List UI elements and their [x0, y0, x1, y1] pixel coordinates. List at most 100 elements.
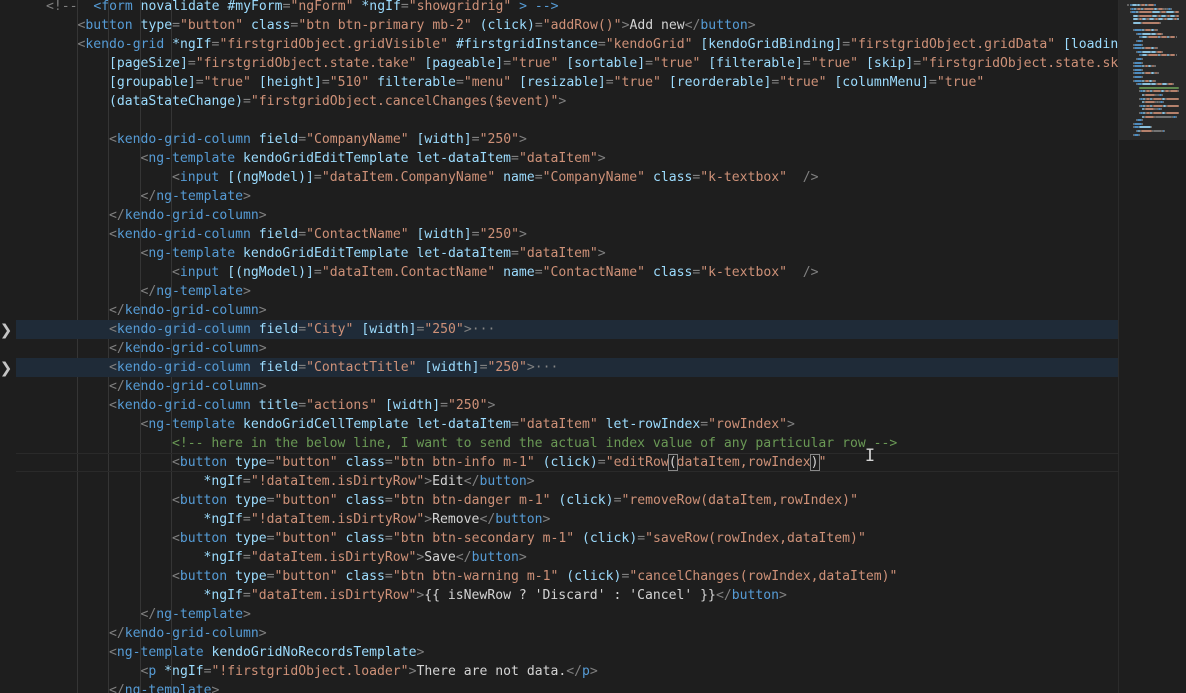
code-token: button — [179, 493, 228, 508]
minimap-line — [1144, 7, 1154, 10]
code-token: > — [463, 322, 472, 337]
code-line[interactable]: <ng-template kendoGridCellTemplate let-d… — [16, 415, 1118, 434]
code-token: = — [384, 493, 393, 508]
code-line[interactable]: <button type="button" class="btn btn-inf… — [16, 453, 1118, 472]
code-line[interactable]: *ngIf="!dataItem.isDirtyRow">Remove</but… — [16, 510, 1118, 529]
ellipsis-icon[interactable]: ··· — [472, 322, 496, 337]
code-token: "ContactName" — [306, 227, 409, 242]
code-line[interactable] — [16, 111, 1118, 130]
code-token: "true" — [511, 56, 559, 71]
code-token: "cancelChanges(rowIndex,dataItem)" — [629, 569, 898, 584]
code-line[interactable]: </ng-template> — [16, 681, 1118, 693]
code-line[interactable]: *ngIf="dataItem.isDirtyRow" > {{ isNewRow … — [16, 586, 1118, 605]
code-token: > — [258, 379, 267, 394]
code-line[interactable]: <kendo-grid *ngIf="firstgridObject.gridV… — [16, 35, 1119, 54]
code-token: </ — [109, 341, 125, 356]
code-editor[interactable]: ❯ ❯ <!-- <form novalidate #myForm="ngForm… — [0, 0, 1186, 693]
code-token: class — [652, 170, 693, 185]
code-token: = — [511, 151, 519, 166]
code-token: > — [558, 94, 567, 109]
code-token: </ — [479, 512, 496, 527]
minimap-line — [1139, 11, 1152, 14]
code-line[interactable]: [groupable]="true" [height]="510" filter… — [16, 73, 1118, 92]
code-token: "addRow()" — [542, 18, 622, 33]
minimap-line — [1153, 97, 1162, 100]
code-line[interactable]: </kendo-grid-column> — [16, 339, 1118, 358]
code-token: = — [243, 94, 251, 109]
code-token: type — [140, 18, 173, 33]
code-line[interactable]: <kendo-grid-column field="City" [width]=… — [16, 320, 1118, 339]
code-token: [sortable] — [566, 56, 646, 71]
code-line[interactable]: <button type="button" class="btn btn-war… — [16, 567, 1118, 586]
code-line[interactable]: </kendo-grid-column> — [16, 377, 1118, 396]
chevron-right-icon[interactable]: ❯ — [0, 358, 12, 377]
minimap-line — [1127, 4, 1129, 6]
code-token: = — [266, 455, 275, 470]
minimap-line — [1142, 61, 1143, 64]
code-token: [(ngModel)] — [227, 265, 314, 280]
code-line[interactable]: <kendo-grid-column field="ContactTitle" … — [16, 358, 1118, 377]
minimap-slider[interactable] — [1119, 0, 1186, 140]
code-line[interactable]: <input [(ngModel)]="dataItem.CompanyName… — [16, 168, 1118, 187]
code-lines[interactable]: <!-- <form novalidate #myForm = "ngForm" *… — [16, 0, 1118, 693]
code-line[interactable]: <kendo-grid-column field="CompanyName" [… — [16, 130, 1118, 149]
code-line[interactable]: (dataStateChange)="firstgridObject.cance… — [16, 92, 1118, 111]
code-line[interactable]: <kendo-grid-column title="actions" [widt… — [16, 396, 1118, 415]
code-token: = — [534, 265, 543, 280]
code-line[interactable]: <button type="button" class="btn btn-sec… — [16, 529, 1118, 548]
code-line[interactable]: <button type="button" class="btn btn-pri… — [16, 16, 1118, 35]
minimap-line — [1155, 79, 1156, 82]
code-line[interactable]: <ng-template kendoGridEditTemplate let-d… — [16, 244, 1118, 263]
code-token: = — [597, 37, 606, 52]
code-line[interactable]: <p *ngIf="!firstgridObject.loader">There… — [16, 662, 1118, 681]
code-line[interactable]: </kendo-grid-column> — [16, 301, 1118, 320]
code-line[interactable]: [pageSize]="firstgridObject.state.take" … — [16, 54, 1118, 73]
code-token: *ngIf — [361, 0, 401, 14]
code-line[interactable]: *ngIf="!dataItem.isDirtyRow">Edit</butto… — [16, 472, 1118, 491]
code-token: "kendoGrid" — [605, 37, 693, 52]
code-token: </ — [109, 626, 125, 641]
code-token: </ — [566, 664, 583, 679]
minimap-line — [1142, 43, 1143, 46]
code-line[interactable]: <!-- <form novalidate #myForm = "ngForm" *… — [16, 0, 1118, 16]
code-token: "250" — [424, 322, 464, 337]
code-line[interactable]: </ng-template> — [16, 605, 1118, 624]
minimap-line — [1134, 61, 1142, 64]
code-line[interactable]: </ng-template> — [16, 282, 1118, 301]
code-line[interactable]: <ng-template kendoGridNoRecordsTemplate> — [16, 643, 1118, 662]
code-token: < — [172, 455, 180, 470]
ellipsis-icon[interactable]: ··· — [535, 360, 559, 375]
code-token: "button" — [274, 455, 338, 470]
text-cursor-icon: I — [864, 446, 876, 466]
code-token: kendo-grid-column — [124, 379, 259, 394]
minimap[interactable] — [1118, 0, 1186, 693]
code-line[interactable]: <!-- here in the below line, I want to s… — [16, 434, 1118, 453]
code-token: name — [503, 170, 535, 185]
minimap-line — [1142, 58, 1143, 60]
code-line[interactable]: </ng-template> — [16, 187, 1118, 206]
minimap-line — [1134, 29, 1142, 32]
code-token: type — [235, 569, 267, 584]
code-line[interactable]: *ngIf="dataItem.isDirtyRow" > Save</button… — [16, 548, 1118, 567]
code-line[interactable]: <ng-template kendoGridEditTemplate let-d… — [16, 149, 1118, 168]
code-line[interactable]: </kendo-grid-column> — [16, 624, 1118, 643]
code-token: = — [637, 531, 646, 546]
chevron-right-icon[interactable]: ❯ — [0, 320, 12, 339]
code-token: "true" — [779, 75, 827, 90]
minimap-line — [1153, 104, 1163, 107]
code-line[interactable]: <button type="button" class="btn btn-dan… — [16, 491, 1118, 510]
code-token: kendo-grid-column — [116, 322, 251, 337]
code-token: > — [424, 474, 433, 489]
code-token: ng-template — [148, 417, 236, 432]
minimap-line — [1139, 133, 1140, 136]
code-line[interactable]: </kendo-grid-column> — [16, 206, 1118, 225]
code-line[interactable]: <input [(ngModel)]="dataItem.ContactName… — [16, 263, 1118, 282]
code-token: </ — [140, 284, 157, 299]
code-token: > — [526, 474, 535, 489]
code-token: = — [187, 56, 196, 71]
code-line[interactable]: <kendo-grid-column field="ContactName" [… — [16, 225, 1118, 244]
